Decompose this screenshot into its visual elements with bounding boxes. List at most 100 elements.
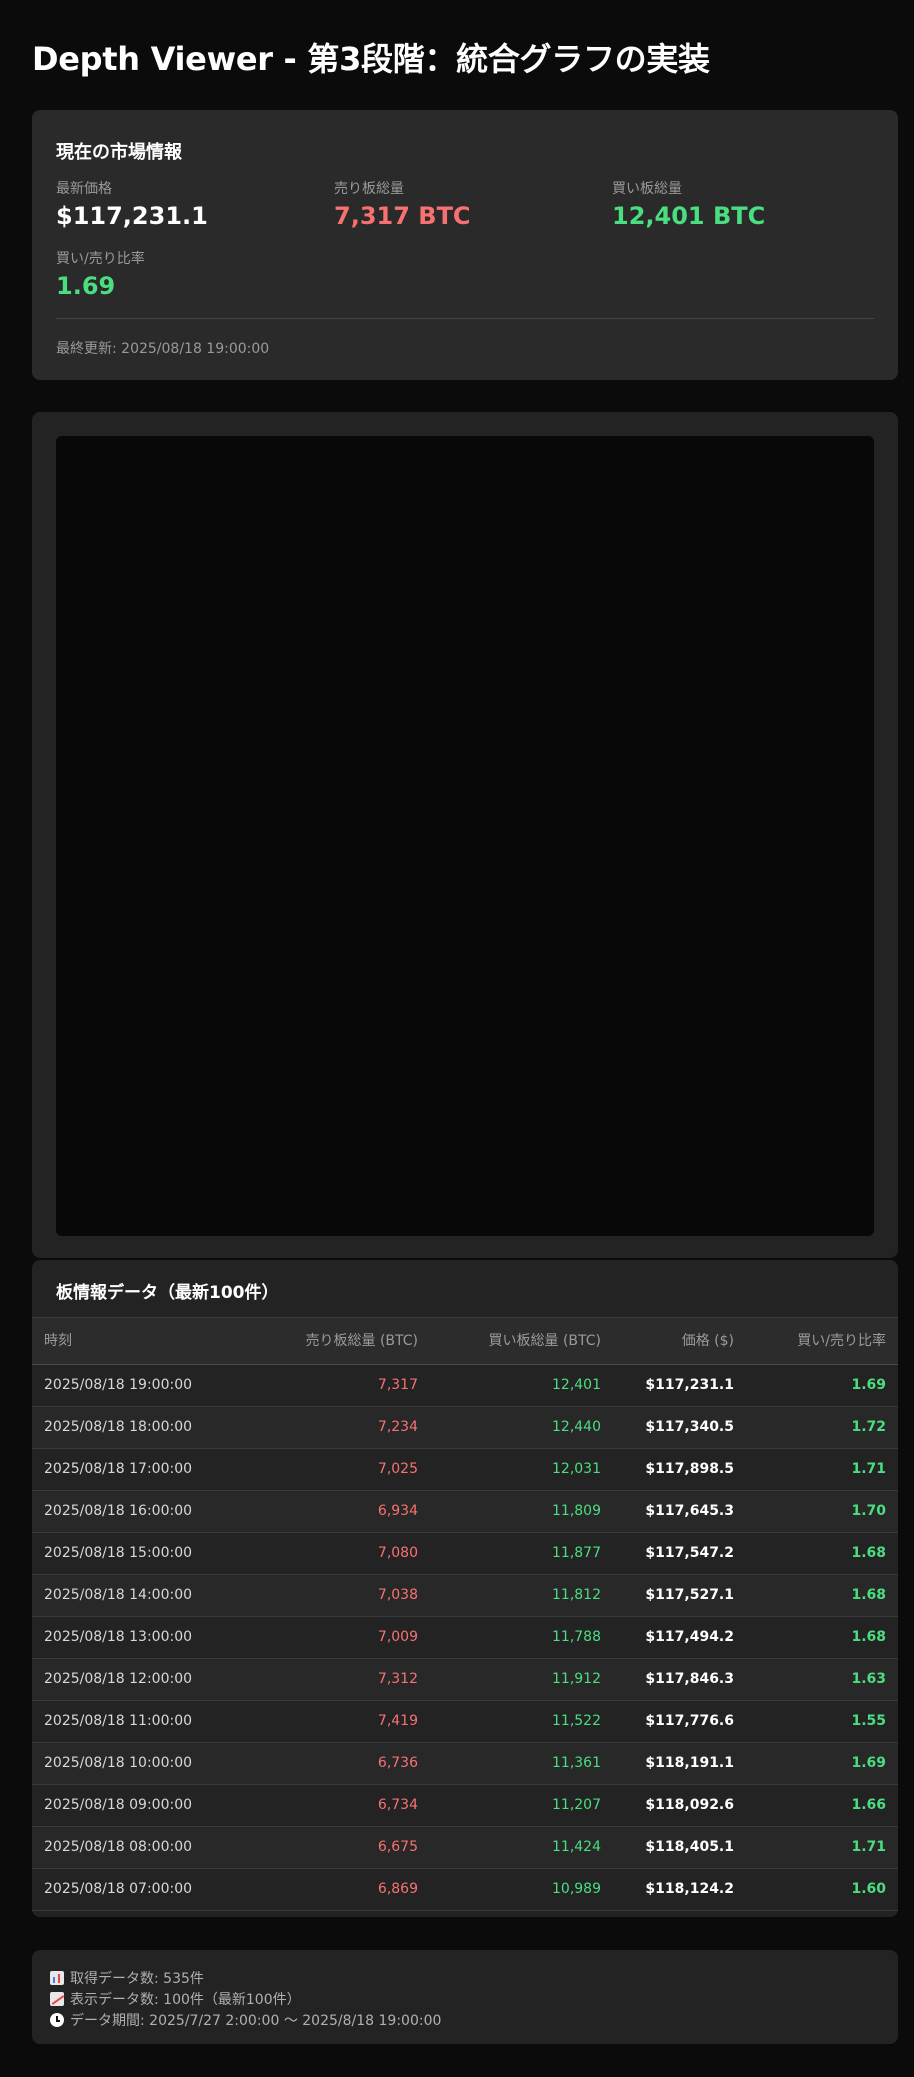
cell-price: $117,898.5 xyxy=(645,1461,734,1477)
column-header-buy-total: 買い板総量 (BTC) xyxy=(488,1333,602,1349)
table-row: 2025/08/18 07:00:00 6,869 10,989 $118,124.2… xyxy=(32,1869,898,1911)
cell-time: 2025/08/18 16:00:00 xyxy=(44,1503,193,1519)
ratio-metric: 買い/売り比率 1.69 xyxy=(56,248,316,300)
cell-ratio: 1.60 xyxy=(851,1881,886,1897)
chart-increasing-icon xyxy=(50,1992,64,2006)
sell-total-metric: 売り板総量 7,317 BTC xyxy=(334,178,594,230)
buy-total-value: 12,401 BTC xyxy=(612,202,766,230)
cell-sell-total: 7,419 xyxy=(377,1713,418,1729)
cell-sell-total: 7,025 xyxy=(377,1461,418,1477)
fetched-count-line: 取得データ数: 535件 xyxy=(50,1968,204,1988)
table-body: 2025/08/18 19:00:00 7,317 12,401 $117,231.1… xyxy=(32,1365,898,1911)
cell-ratio: 1.68 xyxy=(851,1545,886,1561)
table-row: 2025/08/18 16:00:00 6,934 11,809 $117,645.3… xyxy=(32,1491,898,1533)
cell-time: 2025/08/18 15:00:00 xyxy=(44,1545,193,1561)
cell-time: 2025/08/18 19:00:00 xyxy=(44,1377,193,1393)
latest-price-value: $117,231.1 xyxy=(56,202,208,230)
cell-price: $118,092.6 xyxy=(645,1797,734,1813)
displayed-count-text: 表示データ数: 100件（最新100件） xyxy=(70,1992,301,2008)
table-row: 2025/08/18 08:00:00 6,675 11,424 $118,405.1… xyxy=(32,1827,898,1869)
ratio-value: 1.69 xyxy=(56,272,116,300)
fetched-count-text: 取得データ数: 535件 xyxy=(70,1971,204,1987)
cell-sell-total: 7,009 xyxy=(377,1629,418,1645)
latest-price-label: 最新価格 xyxy=(56,181,112,197)
cell-buy-total: 11,812 xyxy=(552,1587,601,1603)
column-header-ratio: 買い/売り比率 xyxy=(797,1333,886,1349)
table-row: 2025/08/18 12:00:00 7,312 11,912 $117,846.3… xyxy=(32,1659,898,1701)
last-updated: 最終更新: 2025/08/18 19:00:00 xyxy=(56,341,270,357)
cell-price: $117,547.2 xyxy=(645,1545,734,1561)
cell-price: $117,494.2 xyxy=(645,1629,734,1645)
cell-price: $118,191.1 xyxy=(645,1755,734,1771)
cell-buy-total: 11,877 xyxy=(552,1545,601,1561)
table-row: 2025/08/18 11:00:00 7,419 11,522 $117,776.6… xyxy=(32,1701,898,1743)
cell-ratio: 1.55 xyxy=(851,1713,886,1729)
cell-time: 2025/08/18 17:00:00 xyxy=(44,1461,193,1477)
cell-buy-total: 12,401 xyxy=(552,1377,601,1393)
cell-sell-total: 6,734 xyxy=(377,1797,418,1813)
cell-buy-total: 11,361 xyxy=(552,1755,601,1771)
buy-total-label: 買い板総量 xyxy=(612,181,682,197)
table-row: 2025/08/18 19:00:00 7,317 12,401 $117,231.1… xyxy=(32,1365,898,1407)
orderbook-table-card: 板情報データ（最新100件） 時刻 売り板総量 (BTC) 買い板総量 (BTC… xyxy=(32,1260,898,1917)
cell-sell-total: 6,675 xyxy=(377,1839,418,1855)
market-info-heading: 現在の市場情報 xyxy=(56,142,182,163)
cell-buy-total: 11,207 xyxy=(552,1797,601,1813)
cell-price: $117,776.6 xyxy=(645,1713,734,1729)
cell-ratio: 1.63 xyxy=(851,1671,886,1687)
latest-price-metric: 最新価格 $117,231.1 xyxy=(56,178,316,230)
bar-chart-icon xyxy=(50,1971,64,1985)
column-header-price: 価格 ($) xyxy=(681,1333,734,1349)
cell-ratio: 1.68 xyxy=(851,1587,886,1603)
cell-ratio: 1.68 xyxy=(851,1629,886,1645)
market-divider xyxy=(56,318,874,319)
cell-ratio: 1.66 xyxy=(851,1797,886,1813)
ratio-label: 買い/売り比率 xyxy=(56,251,145,267)
cell-time: 2025/08/18 13:00:00 xyxy=(44,1629,193,1645)
page-title: Depth Viewer - 第3段階：統合グラフの実装 xyxy=(32,40,710,78)
cell-sell-total: 7,234 xyxy=(377,1419,418,1435)
cell-price: $117,340.5 xyxy=(645,1419,734,1435)
data-info-card: 取得データ数: 535件 表示データ数: 100件（最新100件） データ期間:… xyxy=(32,1950,898,2044)
cell-buy-total: 12,440 xyxy=(552,1419,601,1435)
cell-price: $118,124.2 xyxy=(645,1881,734,1897)
cell-price: $117,527.1 xyxy=(645,1587,734,1603)
sell-total-label: 売り板総量 xyxy=(334,181,404,197)
buy-total-metric: 買い板総量 12,401 BTC xyxy=(612,178,872,230)
market-info-card: 現在の市場情報 最新価格 $117,231.1 売り板総量 7,317 BTC … xyxy=(32,110,898,380)
cell-sell-total: 6,736 xyxy=(377,1755,418,1771)
table-row: 2025/08/18 18:00:00 7,234 12,440 $117,340.5… xyxy=(32,1407,898,1449)
table-row: 2025/08/18 09:00:00 6,734 11,207 $118,092.6… xyxy=(32,1785,898,1827)
cell-buy-total: 11,912 xyxy=(552,1671,601,1687)
table-row: 2025/08/18 13:00:00 7,009 11,788 $117,494.2… xyxy=(32,1617,898,1659)
cell-ratio: 1.71 xyxy=(851,1461,886,1477)
table-row: 2025/08/18 15:00:00 7,080 11,877 $117,547.2… xyxy=(32,1533,898,1575)
cell-ratio: 1.72 xyxy=(851,1419,886,1435)
cell-buy-total: 12,031 xyxy=(552,1461,601,1477)
cell-time: 2025/08/18 09:00:00 xyxy=(44,1797,193,1813)
cell-ratio: 1.69 xyxy=(851,1755,886,1771)
chart-canvas[interactable] xyxy=(56,436,874,1236)
chart-card xyxy=(32,412,898,1258)
sell-total-value: 7,317 BTC xyxy=(334,202,471,230)
cell-time: 2025/08/18 07:00:00 xyxy=(44,1881,193,1897)
table-row: 2025/08/18 14:00:00 7,038 11,812 $117,527.1… xyxy=(32,1575,898,1617)
cell-time: 2025/08/18 14:00:00 xyxy=(44,1587,193,1603)
cell-buy-total: 11,522 xyxy=(552,1713,601,1729)
table-heading: 板情報データ（最新100件） xyxy=(56,1283,279,1303)
clock-icon xyxy=(50,2013,64,2027)
cell-buy-total: 11,788 xyxy=(552,1629,601,1645)
table-row: 2025/08/18 10:00:00 6,736 11,361 $118,191.1… xyxy=(32,1743,898,1785)
cell-ratio: 1.69 xyxy=(851,1377,886,1393)
cell-sell-total: 7,038 xyxy=(377,1587,418,1603)
cell-buy-total: 11,424 xyxy=(552,1839,601,1855)
cell-price: $117,846.3 xyxy=(645,1671,734,1687)
cell-time: 2025/08/18 11:00:00 xyxy=(44,1713,193,1729)
cell-time: 2025/08/18 08:00:00 xyxy=(44,1839,193,1855)
cell-sell-total: 7,080 xyxy=(377,1545,418,1561)
cell-price: $117,231.1 xyxy=(645,1377,734,1393)
table-row: 2025/08/18 17:00:00 7,025 12,031 $117,898.5… xyxy=(32,1449,898,1491)
cell-buy-total: 10,989 xyxy=(552,1881,601,1897)
cell-time: 2025/08/18 10:00:00 xyxy=(44,1755,193,1771)
cell-sell-total: 7,312 xyxy=(377,1671,418,1687)
